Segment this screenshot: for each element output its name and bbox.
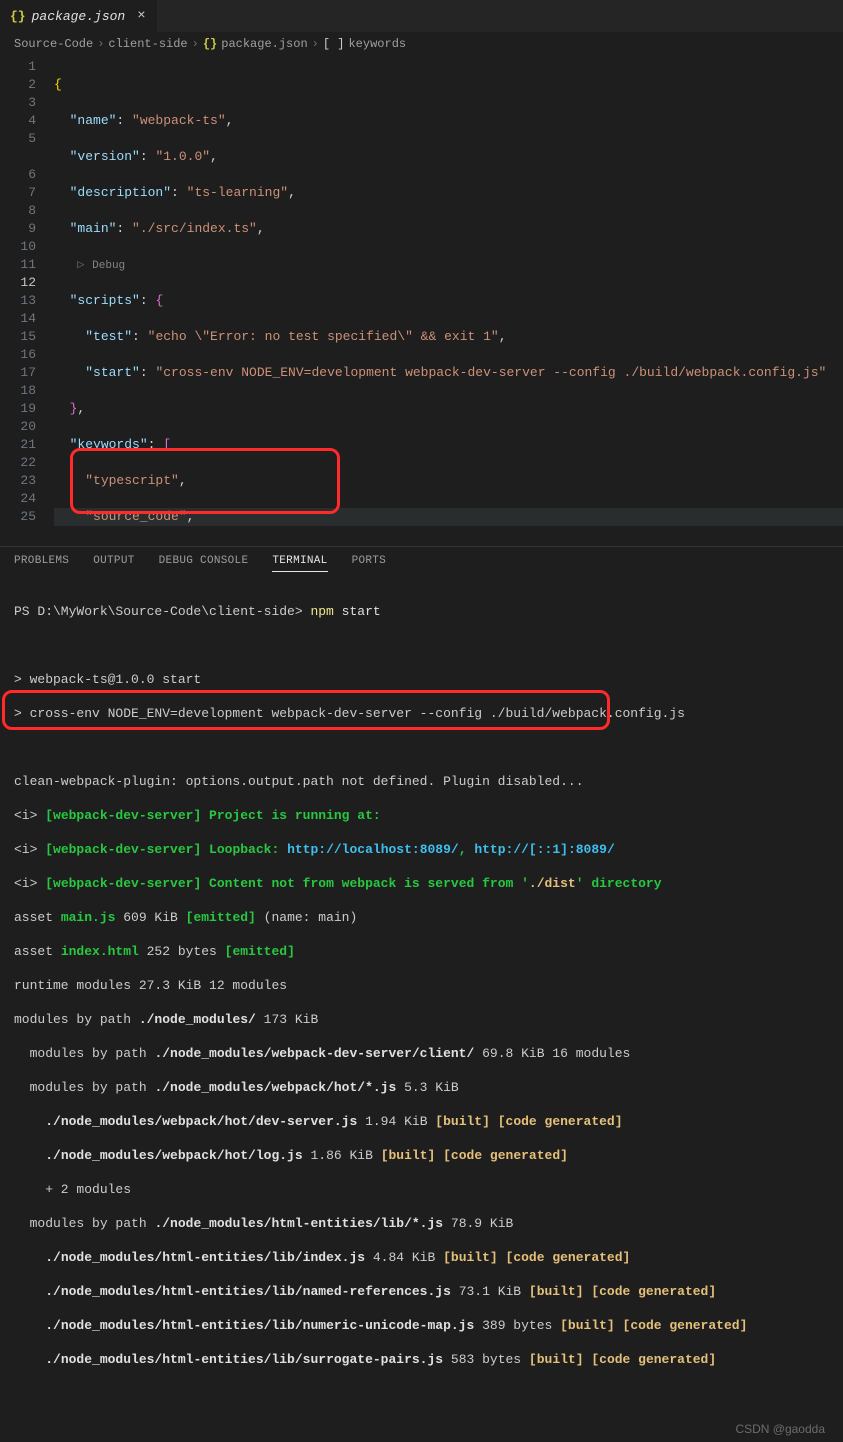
breadcrumb: Source-Code › client-side › {} package.j…	[0, 32, 843, 56]
watermark: CSDN @gaodda	[735, 1421, 825, 1438]
chevron-right-icon: ›	[192, 37, 199, 51]
json-icon: {}	[203, 37, 217, 51]
line-number-gutter: 12345 678910 1112131415 1617181920 21222…	[0, 56, 54, 546]
breadcrumb-seg[interactable]: package.json	[221, 37, 307, 51]
json-icon: {}	[10, 9, 26, 24]
tab-package-json[interactable]: {} package.json ×	[0, 0, 157, 32]
breadcrumb-seg[interactable]: Source-Code	[14, 37, 93, 51]
tab-bar: {} package.json ×	[0, 0, 843, 32]
breadcrumb-seg[interactable]: keywords	[348, 37, 406, 51]
code-content[interactable]: { "name": "webpack-ts", "version": "1.0.…	[54, 56, 843, 546]
breadcrumb-seg[interactable]: client-side	[108, 37, 187, 51]
tab-problems[interactable]: PROBLEMS	[14, 555, 69, 572]
panel-tab-bar: PROBLEMS OUTPUT DEBUG CONSOLE TERMINAL P…	[0, 547, 843, 576]
tab-output[interactable]: OUTPUT	[93, 555, 134, 572]
chevron-right-icon: ›	[312, 37, 319, 51]
tab-ports[interactable]: PORTS	[352, 555, 387, 572]
array-icon: [ ]	[323, 37, 345, 51]
tab-terminal[interactable]: TERMINAL	[272, 555, 327, 572]
close-icon[interactable]: ×	[137, 8, 145, 24]
panel: PROBLEMS OUTPUT DEBUG CONSOLE TERMINAL P…	[0, 546, 843, 1442]
code-editor[interactable]: 12345 678910 1112131415 1617181920 21222…	[0, 56, 843, 546]
debug-run-icon[interactable]: ▷	[77, 256, 84, 274]
debug-codelens[interactable]: Debug	[92, 260, 125, 272]
chevron-right-icon: ›	[97, 37, 104, 51]
tab-debug-console[interactable]: DEBUG CONSOLE	[159, 555, 249, 572]
terminal[interactable]: PS D:\MyWork\Source-Code\client-side> np…	[0, 576, 843, 1442]
tab-label: package.json	[32, 9, 126, 24]
